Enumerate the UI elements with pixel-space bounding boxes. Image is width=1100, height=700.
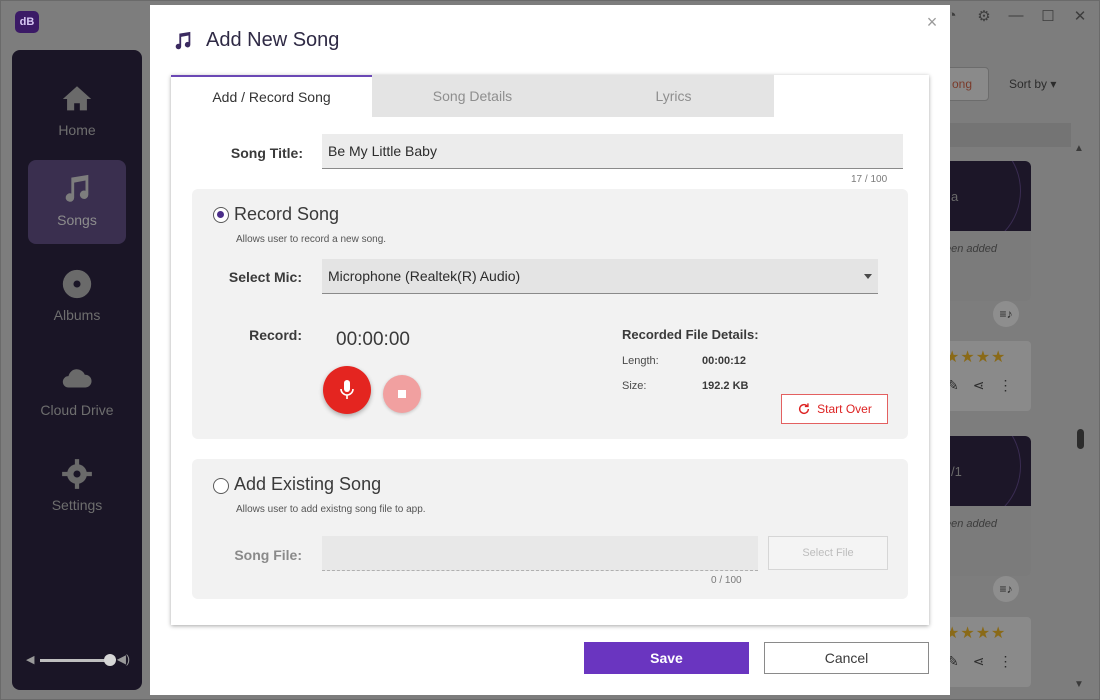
add-existing-song-radio[interactable]	[213, 478, 229, 494]
record-song-radio[interactable]	[213, 207, 229, 223]
record-button[interactable]	[323, 366, 371, 414]
tab-lyrics[interactable]: Lyrics	[573, 75, 774, 117]
song-title-input[interactable]: Be My Little Baby	[322, 134, 903, 169]
select-mic-label: Select Mic:	[228, 269, 302, 285]
song-card-footer: ★★★★ ✎ ⋖ ⋮	[941, 341, 1031, 411]
sidebar-item-songs[interactable]: Songs	[28, 160, 126, 244]
scrollbar-thumb[interactable]	[1077, 429, 1084, 449]
added-text: een added	[945, 243, 997, 255]
card-actions: ✎ ⋖ ⋮	[947, 377, 1012, 394]
song-card-footer: ★★★★ ✎ ⋖ ⋮	[941, 617, 1031, 687]
song-file-input[interactable]	[322, 536, 758, 571]
refresh-icon	[799, 403, 810, 415]
sidebar-item-label: Settings	[51, 497, 103, 513]
sidebar-item-cloud-drive[interactable]: Cloud Drive	[28, 350, 126, 434]
stop-button[interactable]	[383, 375, 421, 413]
volume-track[interactable]	[40, 659, 110, 662]
volume-handle[interactable]	[104, 654, 116, 666]
window-controls: ◔ ⚙ — ☐ ✕	[943, 7, 1089, 25]
song-title-label: Song Title:	[230, 145, 303, 161]
mic-select-value: Microphone (Realtek(R) Audio)	[328, 268, 521, 284]
recorded-details-title: Recorded File Details:	[622, 327, 759, 342]
volume-slider[interactable]: ◀ ◀)	[26, 652, 130, 668]
length-value: 00:00:12	[702, 355, 747, 367]
sidebar-item-home[interactable]: Home	[28, 70, 126, 154]
record-song-section: Record Song Allows user to record a new …	[192, 189, 908, 439]
add-existing-song-title: Add Existing Song	[234, 474, 382, 494]
share-icon[interactable]: ⋖	[973, 653, 985, 670]
start-over-button[interactable]: Start Over	[781, 394, 888, 424]
album-art: /1	[941, 436, 1031, 506]
rating-stars[interactable]: ★★★★	[945, 347, 1006, 367]
gear-icon	[62, 459, 92, 489]
add-existing-song-description: Allows user to add existng song file to …	[236, 504, 426, 515]
tab-add-record-song[interactable]: Add / Record Song	[171, 75, 372, 117]
rating-stars[interactable]: ★★★★	[945, 623, 1006, 643]
scroll-down-icon[interactable]: ▼	[1074, 679, 1084, 690]
album-art: a	[941, 161, 1031, 231]
sidebar-item-label: Cloud Drive	[40, 402, 114, 418]
close-window-icon[interactable]: ✕	[1071, 7, 1089, 25]
sidebar: Home Songs Albums Cloud Drive Settings ◀…	[12, 50, 142, 690]
list-header	[941, 123, 1071, 147]
tab-bar: Add / Record Song Song Details Lyrics	[171, 75, 774, 117]
save-button[interactable]: Save	[584, 642, 749, 674]
disc-icon	[62, 269, 92, 299]
select-file-button[interactable]: Select File	[768, 536, 888, 570]
add-existing-song-section: Add Existing Song Allows user to add exi…	[192, 459, 908, 599]
sidebar-item-settings[interactable]: Settings	[28, 445, 126, 529]
sidebar-item-label: Home	[58, 122, 96, 138]
cancel-button[interactable]: Cancel	[764, 642, 929, 674]
added-text: een added	[945, 518, 997, 530]
add-song-dialog: × Add New Song Add / Record Song Song De…	[150, 5, 950, 695]
record-label: Record:	[249, 327, 302, 343]
length-label: Length:	[622, 355, 659, 367]
speaker-high-icon: ◀)	[116, 652, 130, 666]
maximize-icon[interactable]: ☐	[1039, 7, 1057, 25]
size-value: 192.2 KB	[702, 380, 749, 392]
scroll-up-icon[interactable]: ▲	[1074, 143, 1084, 154]
app-logo: dB	[15, 11, 39, 33]
queue-icon[interactable]: ≡♪	[993, 576, 1019, 602]
card-actions: ✎ ⋖ ⋮	[947, 653, 1012, 670]
dialog-title: Add New Song	[206, 29, 340, 51]
more-icon[interactable]: ⋮	[998, 653, 1012, 670]
album-art-text: a	[951, 189, 959, 204]
song-card[interactable]: a een added	[941, 161, 1031, 301]
minimize-icon[interactable]: —	[1007, 7, 1025, 25]
cloud-icon	[62, 369, 92, 388]
more-icon[interactable]: ⋮	[998, 377, 1012, 394]
home-icon	[62, 86, 92, 111]
size-label: Size:	[622, 380, 647, 392]
chevron-down-icon	[864, 274, 872, 279]
record-song-description: Allows user to record a new song.	[236, 234, 387, 245]
gear-icon[interactable]: ⚙	[975, 7, 993, 25]
song-card[interactable]: /1 een added	[941, 436, 1031, 576]
song-file-label: Song File:	[234, 547, 302, 563]
speaker-low-icon: ◀	[26, 654, 35, 666]
start-over-label: Start Over	[817, 402, 872, 416]
share-icon[interactable]: ⋖	[973, 377, 985, 394]
tab-song-details[interactable]: Song Details	[372, 75, 573, 117]
dialog-header: Add New Song	[172, 29, 339, 52]
music-note-icon	[175, 31, 191, 49]
album-art-text: /1	[951, 464, 962, 479]
close-icon[interactable]: ×	[922, 13, 942, 33]
record-song-title: Record Song	[234, 204, 340, 224]
song-title-counter: 17 / 100	[851, 174, 888, 185]
music-note-icon	[65, 174, 89, 202]
stop-icon	[398, 390, 406, 398]
sort-by-dropdown[interactable]: Sort by ▾	[1009, 77, 1056, 91]
microphone-icon	[340, 380, 354, 399]
song-file-counter: 0 / 100	[711, 575, 742, 586]
sidebar-item-label: Songs	[57, 212, 97, 228]
sidebar-item-label: Albums	[53, 307, 101, 323]
sort-by-label: Sort by	[1009, 77, 1048, 91]
mic-select[interactable]: Microphone (Realtek(R) Audio)	[322, 259, 878, 294]
record-timer: 00:00:00	[336, 329, 410, 350]
sidebar-item-albums[interactable]: Albums	[28, 255, 126, 339]
dialog-panel: Add / Record Song Song Details Lyrics So…	[171, 75, 929, 625]
add-song-button[interactable]: ong	[945, 67, 989, 101]
queue-icon[interactable]: ≡♪	[993, 301, 1019, 327]
